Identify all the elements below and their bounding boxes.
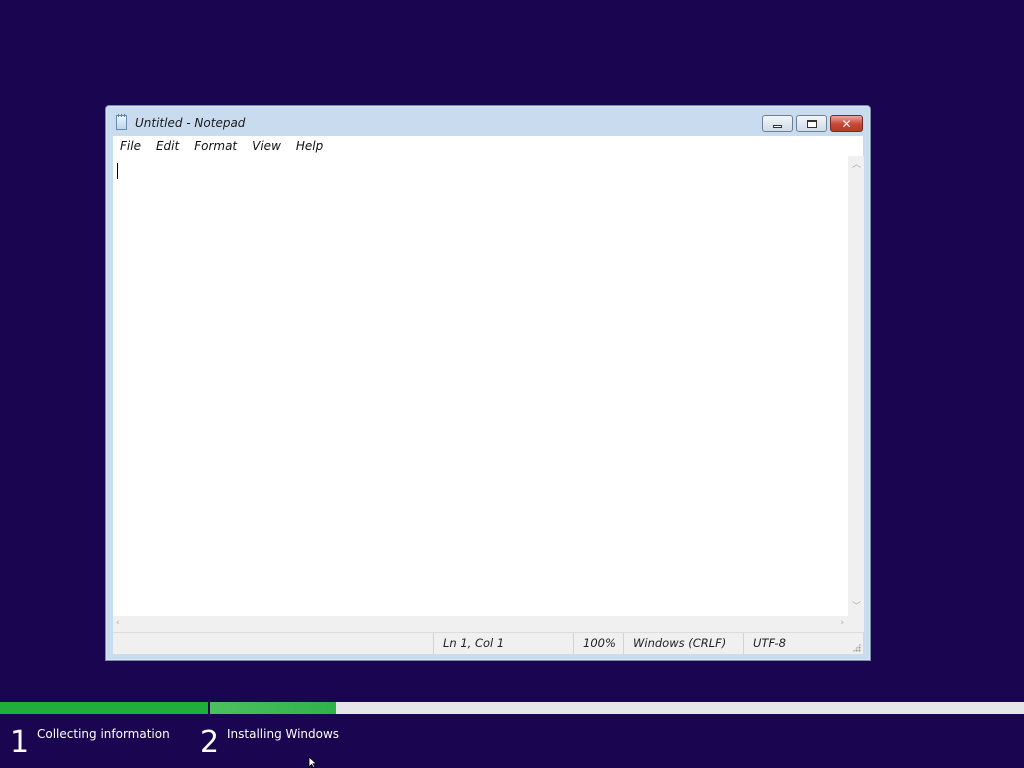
maximize-button[interactable] (796, 115, 827, 132)
line-endings: Windows (CRLF) (623, 633, 743, 654)
status-bar: Ln 1, Col 1 100% Windows (CRLF) UTF-8 (113, 632, 863, 654)
scrollbar-corner (848, 616, 864, 632)
scroll-left-icon[interactable]: ‹ (116, 619, 120, 628)
step-2-number: 2 (200, 725, 220, 760)
menu-format[interactable]: Format (187, 136, 245, 156)
scroll-right-icon[interactable]: › (840, 619, 844, 628)
notepad-icon[interactable] (116, 114, 127, 130)
scroll-down-icon[interactable]: ﹀ (852, 603, 861, 612)
text-caret (117, 163, 118, 179)
menu-view[interactable]: View (245, 136, 289, 156)
zoom-level: 100% (573, 633, 623, 654)
step-2-label: Installing Windows (227, 727, 340, 741)
maximize-icon (806, 119, 817, 128)
text-editor[interactable] (113, 156, 848, 616)
menu-help[interactable]: Help (289, 136, 331, 156)
scroll-up-icon[interactable]: ︿ (852, 161, 861, 170)
menu-file[interactable]: File (113, 136, 149, 156)
title-bar[interactable]: Untitled - Notepad ✕ (106, 106, 870, 136)
cursor-position: Ln 1, Col 1 (433, 633, 573, 654)
encoding: UTF-8 (743, 633, 861, 654)
menu-bar: File Edit Format View Help (113, 136, 863, 156)
step-1-number: 1 (10, 725, 30, 760)
window-title: Untitled - Notepad (135, 116, 246, 130)
menu-edit[interactable]: Edit (149, 136, 187, 156)
close-button[interactable]: ✕ (830, 115, 863, 132)
minimize-button[interactable] (762, 115, 793, 132)
vertical-scrollbar[interactable]: ︿ ﹀ (848, 156, 864, 616)
minimize-icon (773, 125, 782, 128)
step-1-progress-bar (0, 702, 208, 714)
notepad-window: Untitled - Notepad ✕ File Edit Format Vi… (105, 105, 871, 661)
step-2-progress-bar (210, 702, 336, 714)
horizontal-scrollbar[interactable]: ‹ › (113, 616, 848, 632)
close-icon: ✕ (841, 116, 852, 131)
step-1-label: Collecting information (37, 727, 170, 741)
